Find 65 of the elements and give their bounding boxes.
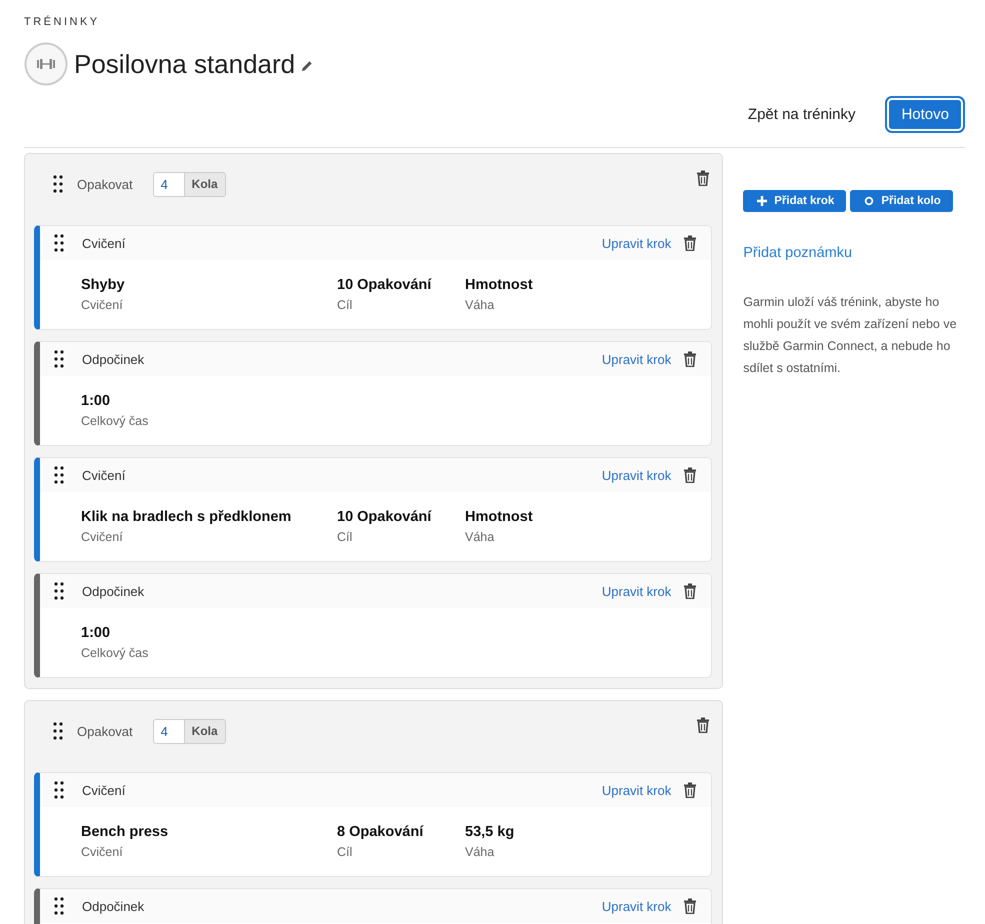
trash-icon[interactable] xyxy=(683,351,698,367)
step-value: Shyby xyxy=(81,277,126,293)
step-field-label: Cvičení xyxy=(81,530,124,544)
step-value: Hmotnost xyxy=(465,277,534,293)
step-type: Cvičení xyxy=(82,236,126,250)
done-button[interactable]: Hotovo xyxy=(887,98,963,131)
step-type: Odpočinek xyxy=(82,584,146,598)
step-field-label: Cvičení xyxy=(81,298,124,312)
add-round-button[interactable]: Přidat kolo xyxy=(850,190,953,212)
trash-icon[interactable] xyxy=(683,898,698,914)
step-field-label: Váha xyxy=(465,530,496,544)
add-note-link[interactable]: Přidat poznámku xyxy=(743,245,965,261)
add-step-button[interactable]: Přidat krok xyxy=(743,190,846,212)
step-type: Odpočinek xyxy=(82,898,146,914)
pencil-icon[interactable] xyxy=(301,60,314,72)
trash-icon[interactable] xyxy=(696,717,710,733)
back-link[interactable]: Zpět na tréninky xyxy=(748,106,856,123)
breadcrumb[interactable]: TRÉNINKY xyxy=(24,16,965,28)
repeat-count-field[interactable]: 4 Kola xyxy=(152,172,226,196)
step-value: Bench press xyxy=(81,824,170,840)
drag-handle-icon[interactable] xyxy=(54,897,64,915)
edit-step-link[interactable]: Upravit krok xyxy=(602,584,672,598)
step-type: Cvičení xyxy=(82,468,126,482)
drag-handle-icon[interactable] xyxy=(54,350,64,368)
plus-icon xyxy=(757,196,768,206)
edit-step-link[interactable]: Upravit krok xyxy=(602,468,672,482)
edit-step-link[interactable]: Upravit krok xyxy=(602,352,672,366)
step-field-label: Celkový čas xyxy=(81,646,150,660)
trash-icon[interactable] xyxy=(683,467,698,483)
edit-step-link[interactable]: Upravit krok xyxy=(602,898,672,914)
step-value: Klik na bradlech s předklonem xyxy=(81,509,292,525)
step-type: Odpočinek xyxy=(82,352,146,366)
drag-handle-icon[interactable] xyxy=(54,466,64,484)
step-field-label: Váha xyxy=(465,298,496,312)
step-field-label: Cíl xyxy=(337,298,354,312)
drag-handle-icon[interactable] xyxy=(54,781,64,799)
step-value: Hmotnost xyxy=(465,509,534,525)
trash-icon[interactable] xyxy=(683,583,698,599)
repeat-label: Opakovat xyxy=(77,176,133,192)
step-type: Cvičení xyxy=(82,782,126,798)
step-value: 53,5 kg xyxy=(465,824,516,840)
step-value: 1:00 xyxy=(81,393,112,409)
workout-title: Posilovna standard xyxy=(74,48,296,80)
step-value: 10 Opakování xyxy=(337,509,432,525)
repeat-label: Opakovat xyxy=(77,724,133,738)
drag-handle-icon[interactable] xyxy=(54,234,64,252)
dumbbell-icon xyxy=(24,42,68,86)
step-field-label: Cíl xyxy=(337,845,354,859)
info-text: Garmin uloží váš trénink, abyste ho mohli použít ve svém zařízení nebo ve službě Garmin Connect, a nebude ho sdílet s ostatními. xyxy=(743,294,958,377)
step-value: 10 Opakování xyxy=(337,277,432,293)
trash-icon[interactable] xyxy=(696,170,710,186)
trash-icon[interactable] xyxy=(683,235,698,251)
drag-handle-icon[interactable] xyxy=(53,175,63,193)
step-field-label: Váha xyxy=(465,845,496,859)
edit-step-link[interactable]: Upravit krok xyxy=(602,236,672,250)
step-field-label: Cvičení xyxy=(81,845,124,859)
trash-icon[interactable] xyxy=(683,782,698,798)
step-value: 8 Opakování xyxy=(337,824,424,840)
drag-handle-icon[interactable] xyxy=(53,722,63,740)
step-field-label: Cíl xyxy=(337,530,354,544)
step-value: 1:00 xyxy=(81,625,112,641)
repeat-count-field[interactable]: 4 Kola xyxy=(152,718,226,744)
edit-step-link[interactable]: Upravit krok xyxy=(602,782,672,798)
step-field-label: Celkový čas xyxy=(81,414,150,428)
drag-handle-icon[interactable] xyxy=(54,582,64,600)
